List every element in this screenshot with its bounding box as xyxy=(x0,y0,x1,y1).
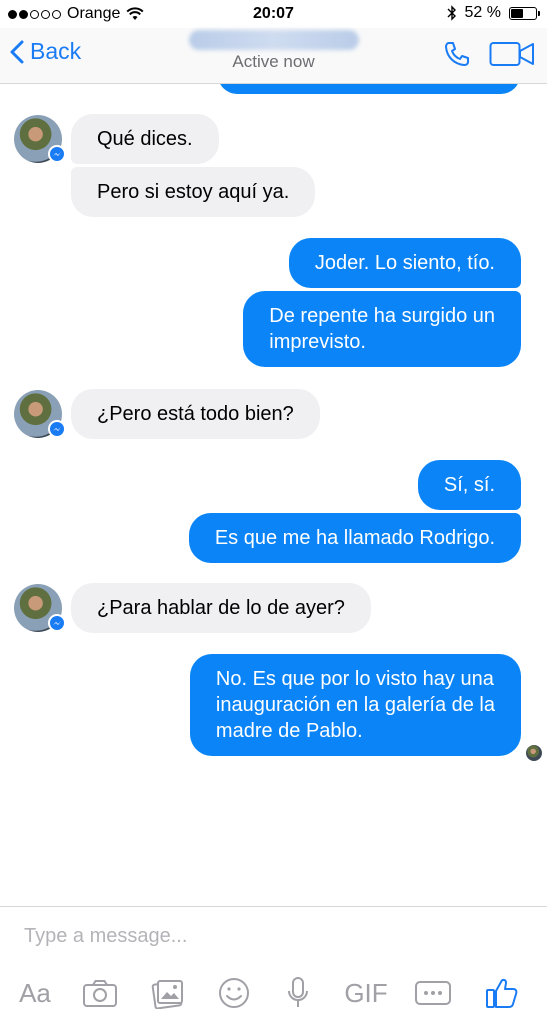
seen-receipt-avatar xyxy=(526,745,542,761)
video-call-icon[interactable] xyxy=(489,40,535,68)
gif-button[interactable]: GIF xyxy=(340,973,392,1013)
message-list[interactable]: Qué dices. Pero si estoy aquí ya. Joder.… xyxy=(0,84,547,906)
outgoing-message[interactable]: Joder. Lo siento, tío. xyxy=(288,238,521,288)
composer-toolbar: Aa GIF xyxy=(0,973,547,1013)
battery-percent: 52 % xyxy=(464,4,501,21)
outgoing-message[interactable]: Sí, sí. xyxy=(417,460,521,510)
bluetooth-icon xyxy=(447,5,456,21)
messenger-badge-icon xyxy=(48,614,66,632)
message-composer: Aa xyxy=(0,906,547,1024)
status-right: 52 % xyxy=(447,4,540,22)
like-button[interactable] xyxy=(482,973,522,1013)
photo-gallery-icon xyxy=(151,980,183,1009)
message-input[interactable] xyxy=(24,925,504,948)
camera-button[interactable] xyxy=(80,973,120,1013)
emoji-button[interactable] xyxy=(214,973,254,1013)
contact-avatar[interactable] xyxy=(14,115,66,163)
incoming-message[interactable]: ¿Pero está todo bien? xyxy=(71,389,320,439)
outgoing-message[interactable]: De repente ha surgido un imprevisto. xyxy=(243,291,521,367)
battery-level xyxy=(511,8,524,18)
status-bar: Orange 20:07 52 % xyxy=(0,0,547,28)
outgoing-message[interactable]: No. Es que por lo visto hay una inaugura… xyxy=(189,654,521,756)
phone-icon[interactable] xyxy=(443,40,471,68)
battery-icon xyxy=(509,6,540,20)
more-icon xyxy=(415,981,451,1005)
outgoing-message-partial[interactable] xyxy=(218,84,520,94)
gif-label: GIF xyxy=(344,977,388,1008)
text-format-button[interactable]: Aa xyxy=(14,973,56,1013)
more-options-button[interactable] xyxy=(412,973,454,1013)
outgoing-message[interactable]: Es que me ha llamado Rodrigo. xyxy=(188,513,521,563)
camera-icon xyxy=(83,980,117,1007)
text-format-label: Aa xyxy=(19,977,51,1008)
contact-avatar[interactable] xyxy=(14,584,66,632)
incoming-message[interactable]: ¿Para hablar de lo de ayer? xyxy=(71,583,371,633)
incoming-message[interactable]: Qué dices. xyxy=(71,114,219,164)
header-actions xyxy=(443,40,535,68)
incoming-message[interactable]: Pero si estoy aquí ya. xyxy=(71,167,316,217)
microphone-icon xyxy=(288,977,308,1007)
messenger-badge-icon xyxy=(48,420,66,438)
contact-avatar[interactable] xyxy=(14,390,66,438)
messenger-badge-icon xyxy=(48,145,66,163)
photos-button[interactable] xyxy=(148,973,188,1013)
voice-message-button[interactable] xyxy=(280,973,316,1013)
conversation-header: Back Active now xyxy=(0,28,547,84)
smiley-icon xyxy=(219,978,249,1008)
thumbs-up-icon xyxy=(486,978,518,1008)
